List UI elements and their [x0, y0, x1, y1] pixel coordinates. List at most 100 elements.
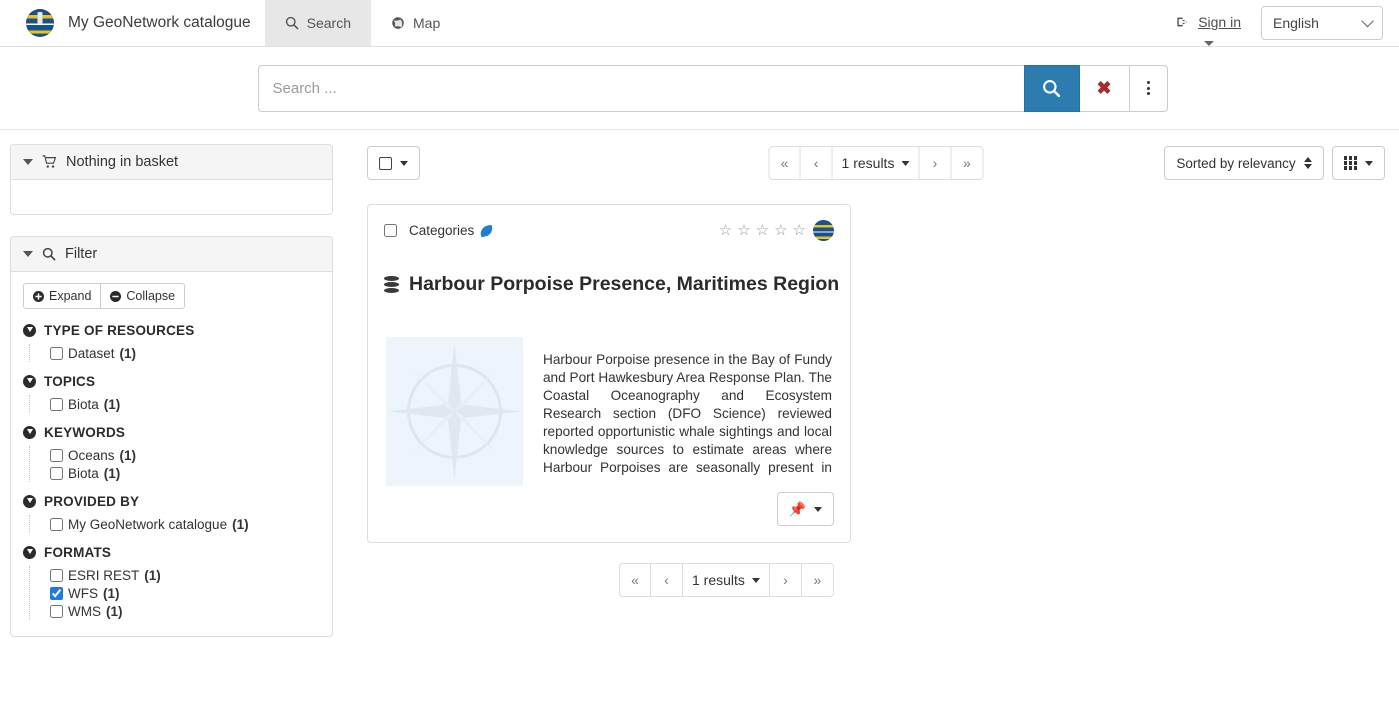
facet-header-label: TOPICS	[44, 374, 96, 389]
categories-link[interactable]: Categories	[409, 223, 495, 238]
pagination-bottom: « ‹ 1 results › »	[619, 563, 834, 597]
facet-option[interactable]: ESRI REST (1)	[50, 566, 320, 584]
facet-option[interactable]: Biota (1)	[50, 395, 320, 413]
facet-option-checkbox[interactable]	[50, 568, 63, 582]
result-select-checkbox[interactable]	[384, 224, 397, 237]
pagination-last[interactable]: »	[801, 563, 834, 597]
facet-option[interactable]: Dataset (1)	[50, 344, 320, 362]
sort-dropdown-label: Sorted by relevancy	[1176, 155, 1296, 171]
rating-star[interactable]: ☆	[793, 223, 807, 238]
geonetwork-globe-logo-icon	[26, 9, 54, 37]
search-submit-button[interactable]	[1023, 64, 1080, 112]
facet-option[interactable]: Biota (1)	[50, 464, 320, 482]
sidebar: Nothing in basket Filter Expand Collapse…	[10, 144, 333, 658]
basket-panel-header[interactable]: Nothing in basket	[11, 145, 332, 180]
results-area: « ‹ 1 results › » Sorted by relevancy Ca…	[367, 144, 1389, 599]
facet-option-checkbox[interactable]	[50, 604, 63, 618]
collapse-all-label: Collapse	[126, 289, 176, 303]
result-card[interactable]: Categories ☆ ☆ ☆ ☆ ☆ Harbour Porpoise Presen…	[367, 204, 851, 543]
facet-option[interactable]: Oceans (1)	[50, 446, 320, 464]
grid-view-icon	[1343, 156, 1357, 170]
rating-stars[interactable]: ☆ ☆ ☆ ☆ ☆	[719, 223, 807, 238]
search-input[interactable]	[257, 64, 1024, 112]
result-title-link[interactable]: Harbour Porpoise Presence, Maritimes Reg…	[368, 261, 850, 296]
rating-star[interactable]: ☆	[737, 223, 751, 238]
caret-down-icon	[400, 160, 408, 166]
caret-down-icon	[1203, 41, 1214, 46]
facet-header[interactable]: KEYWORDS	[23, 425, 320, 440]
sign-in-label: Sign in	[1198, 14, 1241, 30]
pagination-prev[interactable]: ‹	[651, 563, 683, 597]
pagination-results-count[interactable]: 1 results	[832, 146, 920, 180]
select-all-dropdown[interactable]	[367, 146, 420, 180]
pagination-next[interactable]: ›	[769, 563, 802, 597]
facet-option-label: Biota	[68, 396, 99, 412]
rating-star[interactable]: ☆	[719, 223, 733, 238]
navbar-right-group: Sign in English	[1176, 0, 1399, 46]
ellipsis-vertical-icon	[1146, 81, 1150, 95]
caret-down-icon	[814, 506, 822, 512]
facet-option-count: (1)	[103, 396, 121, 412]
search-icon	[42, 247, 56, 261]
results-toolbar-right: Sorted by relevancy	[1164, 146, 1385, 180]
rating-star[interactable]: ☆	[774, 223, 788, 238]
facet-option-checkbox[interactable]	[50, 466, 63, 480]
rating-star[interactable]: ☆	[756, 223, 770, 238]
facet-option[interactable]: My GeoNetwork catalogue (1)	[50, 515, 320, 533]
result-description: Harbour Porpoise presence in the Bay of …	[543, 351, 832, 475]
pagination-last[interactable]: »	[951, 146, 984, 180]
facet-option-count: (1)	[144, 567, 161, 583]
basket-panel-body	[11, 180, 332, 214]
pagination-results-count[interactable]: 1 results	[683, 563, 770, 597]
collapse-all-button[interactable]: Collapse	[101, 283, 186, 309]
nav-tab-search[interactable]: Search	[264, 0, 371, 46]
sign-in-link[interactable]: Sign in	[1176, 14, 1241, 46]
facet-option[interactable]: WMS (1)	[50, 602, 320, 620]
clear-search-button[interactable]: ✖	[1079, 64, 1130, 112]
facet-option-checkbox[interactable]	[50, 517, 63, 531]
view-mode-button[interactable]	[1331, 146, 1385, 180]
pagination-first[interactable]: «	[619, 563, 651, 597]
facet-option-checkbox[interactable]	[50, 346, 63, 360]
search-icon	[1043, 79, 1061, 97]
facet-option[interactable]: WFS (1)	[50, 584, 320, 602]
brand-home-link[interactable]: My GeoNetwork catalogue	[0, 0, 265, 46]
facet-header[interactable]: TYPE OF RESOURCES	[23, 323, 320, 338]
caret-down-icon	[901, 160, 910, 166]
expand-all-button[interactable]: Expand	[23, 283, 102, 309]
pagination-next[interactable]: ›	[919, 146, 952, 180]
sort-dropdown-button[interactable]: Sorted by relevancy	[1164, 146, 1324, 180]
arrow-down-circle-icon	[23, 495, 36, 508]
facet-option-checkbox[interactable]	[50, 448, 63, 462]
pagination-top: « ‹ 1 results › »	[768, 146, 984, 180]
basket-panel: Nothing in basket	[10, 144, 333, 215]
facet-option-checkbox[interactable]	[50, 397, 63, 411]
search-options-button[interactable]	[1129, 64, 1168, 112]
result-card-header: Categories ☆ ☆ ☆ ☆ ☆	[368, 205, 850, 241]
nav-tab-map[interactable]: Map	[371, 0, 460, 46]
filter-panel-header[interactable]: Filter	[11, 237, 332, 272]
result-thumbnail[interactable]	[386, 337, 523, 486]
nav-tab-map-label: Map	[413, 15, 441, 31]
facet-header[interactable]: PROVIDED BY	[23, 494, 320, 509]
facet-header[interactable]: FORMATS	[23, 545, 320, 560]
facet-option-label: Biota	[68, 465, 99, 481]
facet-options: ESRI REST (1) WFS (1) WMS (1)	[29, 566, 320, 620]
leaf-icon	[479, 224, 495, 237]
facet-options: Biota (1)	[29, 395, 320, 413]
language-select[interactable]: English	[1261, 6, 1383, 40]
pin-dropdown-button[interactable]: 📌	[776, 492, 834, 526]
facet-header[interactable]: TOPICS	[23, 374, 320, 389]
facet-option-checkbox[interactable]	[50, 586, 63, 600]
sort-updown-icon	[1303, 157, 1312, 169]
expand-collapse-group: Expand Collapse	[23, 283, 186, 309]
pagination-first[interactable]: «	[768, 146, 801, 180]
result-card-body: Harbour Porpoise presence in the Bay of …	[368, 315, 850, 490]
pagination-prev[interactable]: ‹	[800, 146, 833, 180]
page-content: Nothing in basket Filter Expand Collapse…	[0, 130, 1399, 658]
language-selector-wrap: English	[1261, 6, 1383, 40]
top-navbar: My GeoNetwork catalogue Search Map Sign …	[0, 0, 1399, 47]
facet-header-label: TYPE OF RESOURCES	[44, 323, 195, 338]
facet-header-label: PROVIDED BY	[44, 494, 140, 509]
search-input-group: ✖	[257, 64, 1168, 112]
